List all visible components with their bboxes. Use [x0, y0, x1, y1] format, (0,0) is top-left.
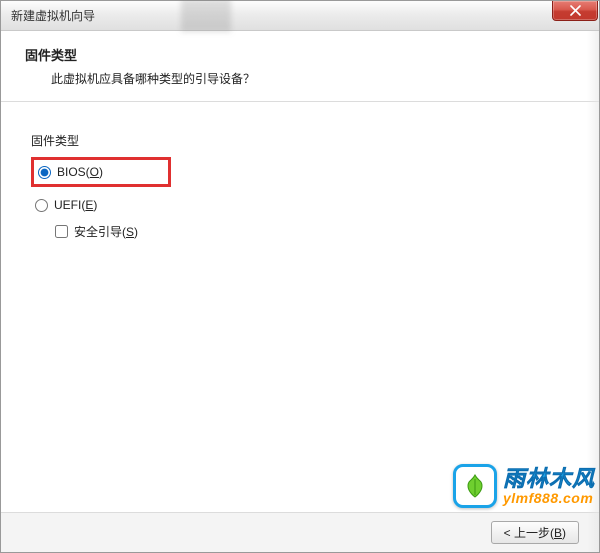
watermark-brand: 雨林木风 [503, 468, 595, 490]
watermark-url: ylmf888.com [503, 491, 595, 505]
button-bar: < 上一步(B) [1, 512, 599, 552]
back-button[interactable]: < 上一步(B) [491, 521, 579, 544]
radio-bios-input[interactable] [38, 166, 51, 179]
radio-bios[interactable]: BIOS(O) [36, 162, 166, 182]
radio-uefi-input[interactable] [35, 199, 48, 212]
checkbox-secure-boot[interactable]: 安全引导(S) [31, 217, 569, 246]
firmware-group-label: 固件类型 [31, 132, 569, 149]
close-button[interactable] [552, 1, 598, 21]
window-title: 新建虚拟机向导 [11, 7, 95, 24]
page-subtitle: 此虚拟机应具备哪种类型的引导设备？ [25, 70, 579, 87]
checkbox-secure-boot-input[interactable] [55, 225, 68, 238]
page-title: 固件类型 [25, 45, 579, 64]
radio-bios-label: BIOS(O) [57, 165, 103, 179]
content-area: 固件类型 此虚拟机应具备哪种类型的引导设备？ 固件类型 BIOS(O) UEFI… [1, 31, 599, 246]
radio-uefi[interactable]: UEFI(E) [31, 193, 569, 217]
wizard-window: 新建虚拟机向导 固件类型 此虚拟机应具备哪种类型的引导设备？ 固件类型 BIOS… [0, 0, 600, 553]
checkbox-secure-boot-label: 安全引导(S) [74, 223, 138, 240]
radio-uefi-label: UEFI(E) [54, 198, 97, 212]
watermark: 雨林木风 ylmf888.com [453, 464, 595, 508]
body-panel: 固件类型 BIOS(O) UEFI(E) 安全引导(S) [1, 102, 599, 246]
titlebar: 新建虚拟机向导 [1, 1, 599, 31]
highlight-box: BIOS(O) [31, 157, 171, 187]
close-icon [570, 5, 581, 16]
titlebar-background-blur [181, 0, 231, 32]
watermark-text: 雨林木风 ylmf888.com [503, 468, 595, 505]
header-panel: 固件类型 此虚拟机应具备哪种类型的引导设备？ [1, 31, 599, 102]
watermark-logo-icon [453, 464, 497, 508]
